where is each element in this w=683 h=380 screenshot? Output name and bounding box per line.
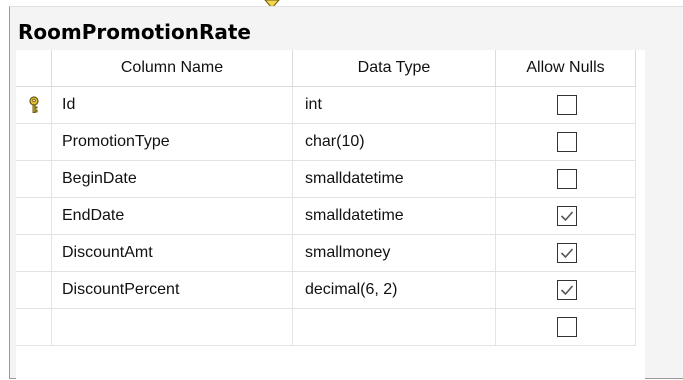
allow-nulls-cell	[496, 309, 636, 346]
check-icon	[560, 211, 574, 222]
grid-header-row: Column Name Data Type Allow Nulls	[16, 50, 636, 87]
row-selector[interactable]	[16, 124, 52, 161]
table-row[interactable]: DiscountAmt smallmoney	[16, 235, 636, 272]
data-type-cell[interactable]: smalldatetime	[293, 198, 496, 235]
row-selector[interactable]	[16, 87, 52, 124]
allow-nulls-cell	[496, 124, 636, 161]
data-type-cell[interactable]: int	[293, 87, 496, 124]
allow-nulls-checkbox[interactable]	[557, 317, 577, 337]
column-name-cell[interactable]: PromotionType	[52, 124, 293, 161]
row-selector[interactable]	[16, 161, 52, 198]
check-icon	[560, 285, 574, 296]
data-type-cell[interactable]: smallmoney	[293, 235, 496, 272]
allow-nulls-checkbox-checked[interactable]	[557, 206, 577, 226]
allow-nulls-checkbox[interactable]	[557, 132, 577, 152]
header-column-name[interactable]: Column Name	[52, 50, 293, 87]
column-name-cell[interactable]: Id	[52, 87, 293, 124]
row-selector[interactable]	[16, 198, 52, 235]
data-type-cell[interactable]: char(10)	[293, 124, 496, 161]
table-row[interactable]	[16, 309, 636, 346]
data-type-cell[interactable]	[293, 309, 496, 346]
data-type-cell[interactable]: smalldatetime	[293, 161, 496, 198]
allow-nulls-checkbox[interactable]	[557, 95, 577, 115]
table-row[interactable]: PromotionType char(10)	[16, 124, 636, 161]
header-allow-nulls[interactable]: Allow Nulls	[496, 50, 636, 87]
allow-nulls-cell	[496, 198, 636, 235]
allow-nulls-cell	[496, 235, 636, 272]
column-name-cell[interactable]: EndDate	[52, 198, 293, 235]
column-name-cell[interactable]: BeginDate	[52, 161, 293, 198]
allow-nulls-cell	[496, 272, 636, 309]
table-row[interactable]: Id int	[16, 87, 636, 124]
header-data-type[interactable]: Data Type	[293, 50, 496, 87]
row-selector[interactable]	[16, 272, 52, 309]
allow-nulls-cell	[496, 87, 636, 124]
table-row[interactable]: DiscountPercent decimal(6, 2)	[16, 272, 636, 309]
table-row[interactable]: BeginDate smalldatetime	[16, 161, 636, 198]
column-name-cell[interactable]: DiscountPercent	[52, 272, 293, 309]
allow-nulls-checkbox-checked[interactable]	[557, 280, 577, 300]
designer-canvas: RoomPromotionRate Column Name Data Type …	[0, 0, 683, 380]
allow-nulls-checkbox[interactable]	[557, 169, 577, 189]
column-name-cell[interactable]: DiscountAmt	[52, 235, 293, 272]
table-title[interactable]: RoomPromotionRate	[18, 20, 251, 44]
data-type-cell[interactable]: decimal(6, 2)	[293, 272, 496, 309]
table-row[interactable]: EndDate smalldatetime	[16, 198, 636, 235]
allow-nulls-cell	[496, 161, 636, 198]
table-designer-window[interactable]: RoomPromotionRate Column Name Data Type …	[9, 6, 683, 380]
row-selector[interactable]	[16, 309, 52, 346]
allow-nulls-checkbox-checked[interactable]	[557, 243, 577, 263]
row-selector[interactable]	[16, 235, 52, 272]
check-icon	[560, 248, 574, 259]
key-icon	[29, 96, 39, 113]
header-row-selector	[16, 50, 52, 87]
column-grid: Column Name Data Type Allow Nulls Id int P…	[16, 50, 645, 380]
column-name-cell[interactable]	[52, 309, 293, 346]
